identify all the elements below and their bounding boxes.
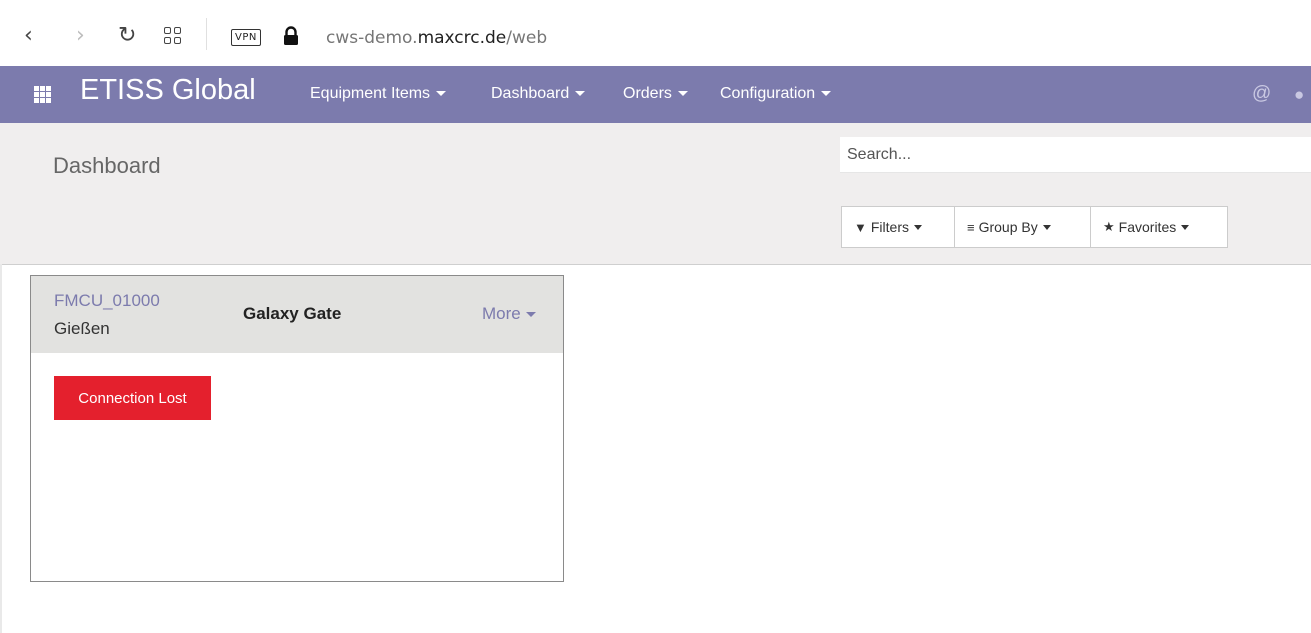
more-dropdown[interactable]: More [482,304,536,324]
url-path: /web [506,28,548,48]
menu-orders[interactable]: Orders [623,85,688,103]
forward-icon[interactable]: › [76,25,85,47]
menu-dashboard[interactable]: Dashboard [491,85,586,103]
caret-down-icon [821,91,832,97]
tabs-grid-icon[interactable] [164,27,182,45]
apps-menu-icon[interactable] [34,86,51,103]
content-edge [0,264,2,633]
equipment-city: Gießen [54,319,110,338]
lock-icon[interactable] [282,26,300,46]
equipment-name: Galaxy Gate [243,304,342,323]
caret-down-icon [436,91,447,97]
menu-label: Equipment Items [310,85,431,102]
caret-down-icon [914,224,922,230]
caret-down-icon [1042,224,1051,230]
star-icon: ★ [1103,219,1115,234]
vpn-badge[interactable]: VPN [231,29,261,46]
reload-icon[interactable]: ↻ [118,25,136,47]
group-by-label: Group By [978,219,1038,235]
favorites-button[interactable]: ★ Favorites [1091,207,1227,247]
search-input[interactable] [840,137,1311,173]
filters-label: Filters [870,219,909,235]
equipment-id[interactable]: FMCU_01000 [54,291,160,311]
favorites-label: Favorites [1118,219,1177,235]
brand-title[interactable]: ETISS Global [80,74,256,107]
toolbar-divider [206,18,207,50]
connection-status-button[interactable]: Connection Lost [54,376,211,420]
equipment-card[interactable]: FMCU_01000 Gießen Galaxy Gate More Conne… [30,275,564,582]
menu-label: Dashboard [491,85,570,102]
menu-configuration[interactable]: Configuration [720,85,832,103]
address-bar[interactable]: cws-demo.maxcrc.de/web [326,28,547,48]
url-prefix: cws-demo. [326,28,418,48]
menu-label: Orders [623,85,672,102]
chat-icon[interactable]: ● [1294,85,1304,105]
control-panel: Dashboard ▼ Filters ≡ Group By ★ Favorit… [0,123,1311,265]
url-host: maxcrc.de [417,28,507,48]
more-label: More [482,304,521,323]
filter-icon: ▼ [854,219,867,235]
caret-down-icon [677,91,688,97]
search-options: ▼ Filters ≡ Group By ★ Favorites [841,206,1228,248]
group-by-button[interactable]: ≡ Group By [955,207,1091,247]
caret-down-icon [525,312,536,318]
page-title: Dashboard [53,153,161,178]
bars-icon: ≡ [967,219,975,235]
menu-label: Configuration [720,85,816,102]
menu-equipment-items[interactable]: Equipment Items [310,85,447,103]
filters-button[interactable]: ▼ Filters [842,207,955,247]
back-icon[interactable]: ‹ [24,25,33,47]
caret-down-icon [1181,224,1190,230]
at-icon[interactable]: @ [1252,83,1271,105]
card-header: FMCU_01000 Gießen Galaxy Gate More [31,276,563,353]
caret-down-icon [575,91,586,97]
main-navbar: ETISS Global Equipment Items Dashboard O… [0,66,1311,123]
browser-toolbar: ‹ › ↻ VPN cws-demo.maxcrc.de/web [0,0,1311,66]
